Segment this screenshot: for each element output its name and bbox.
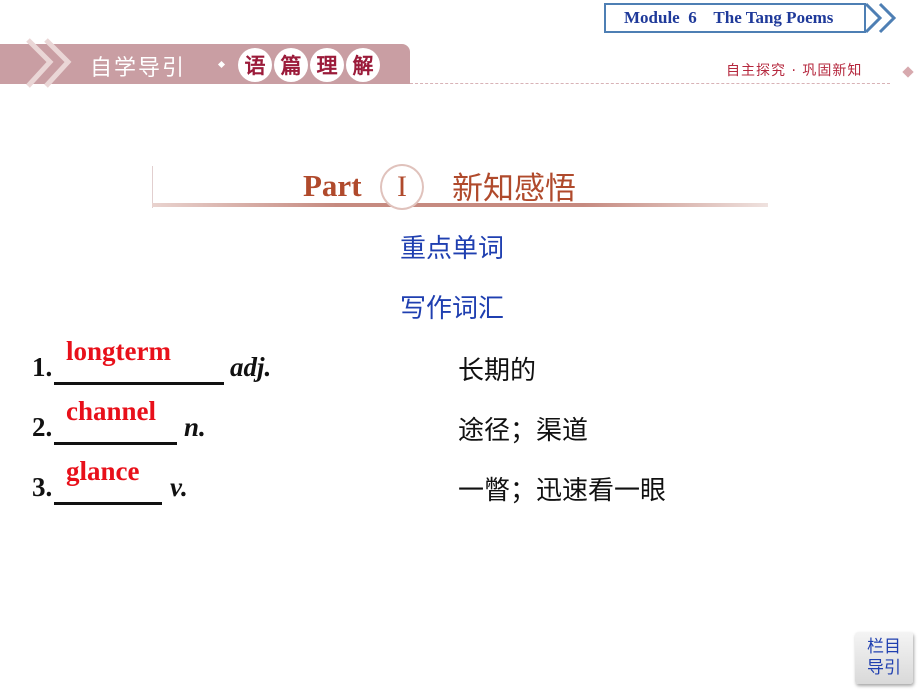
answer-text: glance	[66, 456, 140, 486]
section-prefix: 自学导引	[90, 56, 187, 81]
nav-button-line1: 栏目	[867, 637, 901, 657]
part-title: 新知感悟	[452, 171, 576, 207]
part-of-speech: n.	[184, 412, 206, 442]
part-numeral-badge: I	[380, 164, 424, 210]
meaning: 长期的	[458, 356, 537, 386]
item-number: 3.	[32, 472, 53, 502]
answer-blank	[54, 502, 162, 505]
item-number: 2.	[32, 412, 53, 442]
double-chevron-right-icon	[26, 38, 72, 88]
column-nav-button[interactable]: 栏目 导引	[855, 632, 913, 684]
meaning: 途径；渠道	[458, 416, 589, 446]
module-title: Module 6 The Tang Poems	[624, 8, 834, 27]
subtitle-right: 自主探究 · 巩固新知	[726, 63, 863, 79]
answer-blank	[54, 442, 177, 445]
module-title-banner: Module 6 The Tang Poems	[604, 3, 866, 33]
section-char: 理	[310, 48, 344, 82]
heading-writing-vocab: 写作词汇	[400, 294, 505, 324]
item-number: 1.	[32, 352, 53, 382]
nav-button-line2: 导引	[867, 658, 901, 678]
heading-key-words: 重点单词	[400, 234, 505, 264]
section-char: 语	[238, 48, 272, 82]
part-of-speech: adj.	[230, 352, 272, 382]
meaning: 一瞥；迅速看一眼	[458, 476, 667, 506]
part-numeral: I	[397, 170, 407, 203]
section-title: 语 篇 理 解	[238, 48, 380, 82]
section-char: 解	[346, 48, 380, 82]
part-of-speech: v.	[170, 472, 188, 502]
double-chevron-right-icon	[864, 2, 897, 34]
diamond-icon	[902, 66, 914, 78]
answer-text: channel	[66, 396, 157, 426]
part-label: Part	[303, 168, 362, 203]
answer-text: longterm	[66, 336, 171, 366]
divider	[152, 166, 153, 208]
dashed-divider	[410, 83, 890, 84]
answer-blank	[54, 382, 224, 385]
section-char: 篇	[274, 48, 308, 82]
